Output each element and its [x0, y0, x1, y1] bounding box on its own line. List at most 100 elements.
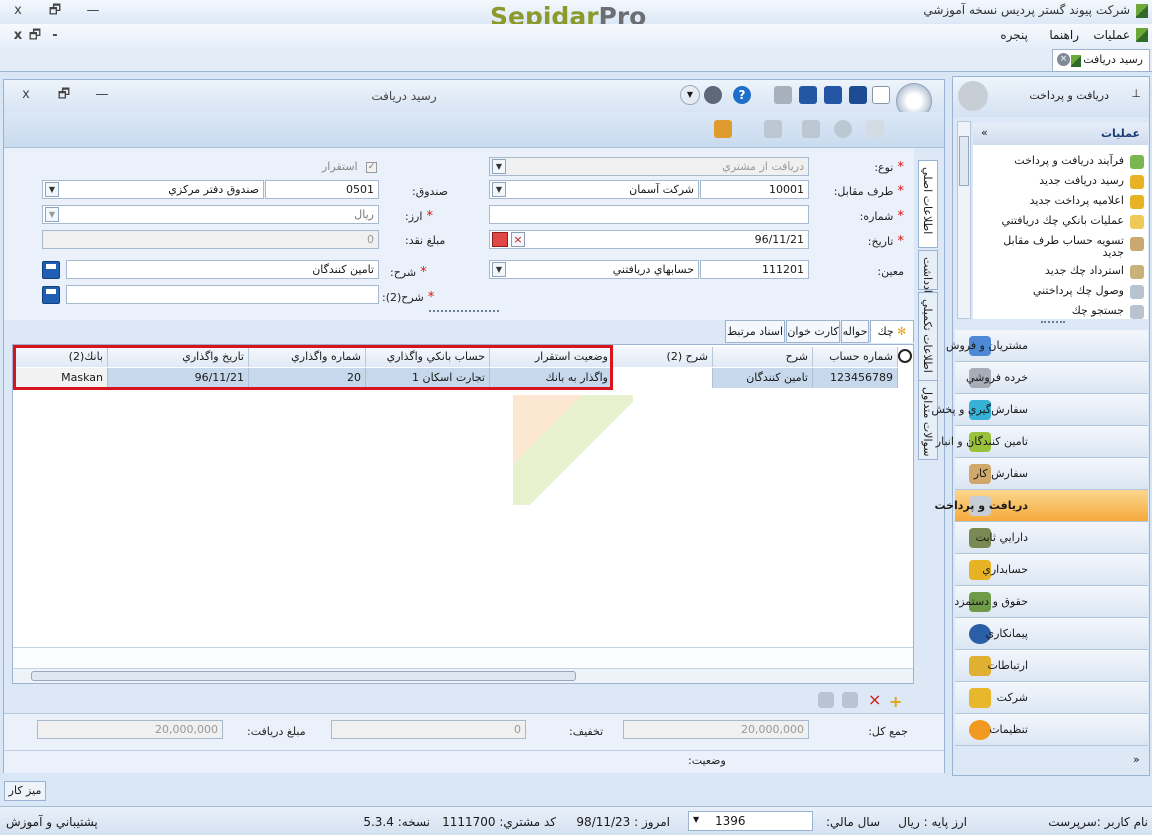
back-icon[interactable] [764, 120, 782, 138]
moein-dropdown-icon[interactable]: ▼ [492, 262, 506, 277]
nav-payroll[interactable]: حقوق و دستمزد [954, 586, 1148, 618]
window-close-button[interactable]: x [16, 86, 36, 104]
support-link[interactable]: پشتيباني و آموزش [6, 815, 98, 829]
doc-tab-receipt[interactable]: رسيد دريافت × [1052, 49, 1150, 71]
sidebar-splitter[interactable] [1041, 321, 1065, 325]
window-minimize-button[interactable]: — [92, 86, 112, 104]
currency-select[interactable]: ريال [42, 205, 379, 224]
nav-contracting[interactable]: پيمانکاري [955, 618, 1148, 650]
cell-desc2[interactable] [613, 368, 713, 388]
fund-name-input[interactable]: صندوق دفتر مرکزي [42, 180, 264, 199]
tab-cheque[interactable]: چك ✻ [870, 320, 914, 343]
fiscal-year-select[interactable]: 1396 ▼ [688, 811, 813, 831]
date-input[interactable]: 96/11/21 [489, 230, 809, 249]
scrollbar-thumb[interactable] [31, 671, 576, 681]
nav-communications[interactable]: ارتباطات [955, 650, 1148, 682]
action-settle-counterparty-cont[interactable]: جديد [1103, 246, 1124, 259]
desc-input[interactable]: تامين کنندگان [66, 260, 379, 279]
fiscal-year-dropdown-icon[interactable]: ▼ [693, 815, 699, 824]
minimize-document-button[interactable]: - [45, 27, 65, 45]
minimize-app-button[interactable]: — [83, 2, 103, 20]
action-collect-cheque[interactable]: وصول چك پرداختني [1033, 284, 1124, 297]
nav-retail[interactable]: خرده فروشي [955, 362, 1148, 394]
desc2-input[interactable] [66, 285, 379, 304]
type-dropdown-icon[interactable]: ▼ [492, 159, 506, 174]
type-select[interactable]: دريافت از مشتري [489, 157, 809, 176]
side-tab-faq[interactable]: سوالات متداول [918, 380, 938, 460]
save-new-icon[interactable] [824, 86, 842, 104]
counterparty-code-input[interactable]: 10001 [700, 180, 809, 199]
nav-customers-sales[interactable]: مشتريان و فروش [946, 330, 1148, 362]
counterparty-dropdown-icon[interactable]: ▼ [492, 182, 506, 197]
menu-window[interactable]: پنجره [1000, 28, 1028, 42]
restore-app-button[interactable]: 🗗 [45, 2, 65, 20]
save-desc-icon[interactable] [42, 261, 60, 279]
action-search-cheque[interactable]: جستجو چك [1072, 304, 1124, 317]
cell-desc[interactable]: تامين کنندگان [713, 368, 813, 388]
cell-account-number[interactable]: 123456789 [813, 368, 898, 388]
help-icon[interactable]: ? [733, 86, 751, 104]
delete-row-icon[interactable]: × [868, 690, 881, 709]
cancel-icon[interactable] [834, 120, 852, 138]
action-cheque-banking[interactable]: عمليات بانکي چك دريافتني [1001, 214, 1124, 227]
print-icon[interactable] [774, 86, 792, 104]
move-down-icon[interactable] [818, 692, 834, 708]
menu-operations[interactable]: عمليات [1093, 28, 1130, 42]
nav-fixed-assets[interactable]: دارايي ثابت [955, 522, 1148, 554]
fund-code-input[interactable]: 0501 [265, 180, 379, 199]
action-process[interactable]: فرآيند دريافت و پرداخت [1014, 154, 1124, 167]
column-header-desc2[interactable]: شرح (2) [613, 347, 713, 367]
ship-icon[interactable] [714, 120, 732, 138]
new-document-icon[interactable] [872, 86, 890, 104]
column-header-account-number[interactable]: شماره حساب [813, 347, 898, 367]
side-tab-notes[interactable]: يادداشت [918, 250, 938, 296]
desk-tab[interactable]: ميز کار [4, 781, 46, 801]
horizontal-scrollbar[interactable] [13, 668, 913, 683]
toolbar-dropdown-icon[interactable]: ▼ [680, 85, 700, 105]
save-desc2-icon[interactable] [42, 286, 60, 304]
calendar-icon[interactable] [492, 232, 508, 247]
tab-transfer[interactable]: حواله [841, 320, 869, 343]
search-icon[interactable] [898, 349, 912, 363]
move-up-icon[interactable] [842, 692, 858, 708]
action-cheque-return[interactable]: استرداد چك جديد [1045, 264, 1124, 277]
nav-order-distribution[interactable]: سفارش‌گيري و پخش [931, 394, 1148, 426]
moein-name-input[interactable]: حسابهاي دريافتني [489, 260, 699, 279]
collapse-icon[interactable]: « [981, 126, 988, 139]
splitter-handle[interactable] [429, 310, 499, 318]
save-icon[interactable] [849, 86, 867, 104]
action-new-payment[interactable]: اعلاميه پرداخت جديد [1030, 194, 1124, 207]
compass-icon[interactable] [704, 86, 722, 104]
side-tab-extra-info[interactable]: اطلاعات تکميلي [918, 292, 938, 382]
clear-date-icon[interactable]: × [511, 232, 525, 247]
save-close-icon[interactable] [799, 86, 817, 104]
column-header-desc[interactable]: شرح [713, 347, 813, 367]
nav-settings[interactable]: تنظيمات [955, 714, 1148, 746]
fund-dropdown-icon[interactable]: ▼ [45, 182, 59, 197]
nav-work-order[interactable]: سفارش کار [955, 458, 1148, 490]
moein-code-input[interactable]: 111201 [700, 260, 809, 279]
nav-receive-pay[interactable]: دريافت و پرداخت [934, 490, 1148, 522]
close-app-button[interactable]: x [8, 2, 28, 20]
doc-tab-close-icon[interactable]: × [1057, 53, 1070, 66]
nav-accounting[interactable]: حسابداري [955, 554, 1148, 586]
counterparty-name-input[interactable]: شرکت آسمان [489, 180, 699, 199]
tab-card-reader[interactable]: کارت خوان [786, 320, 840, 343]
nav-company[interactable]: شرکت [955, 682, 1148, 714]
window-restore-button[interactable]: 🗗 [54, 86, 74, 104]
pin-icon[interactable]: ⊥ [1131, 87, 1141, 100]
side-tab-main-info[interactable]: اطلاعات اصلي [918, 160, 938, 248]
copy-icon[interactable] [866, 120, 884, 138]
menu-help[interactable]: راهنما [1049, 28, 1079, 42]
nav-suppliers-inventory[interactable]: تامين کنندگان و انبار [936, 426, 1148, 458]
forward-icon[interactable] [802, 120, 820, 138]
add-row-icon[interactable]: + [889, 692, 902, 711]
actions-scrollbar[interactable] [957, 121, 971, 319]
restore-document-button[interactable]: 🗗 [25, 27, 45, 45]
currency-dropdown-icon[interactable]: ▼ [45, 207, 59, 222]
tab-related-docs[interactable]: اسناد مرتبط [725, 320, 785, 343]
sidebar-expand-icon[interactable]: » [1133, 753, 1140, 766]
cash-amount-input[interactable]: 0 [42, 230, 379, 249]
number-input[interactable] [489, 205, 809, 224]
action-new-receipt[interactable]: رسيد دريافت جديد [1039, 174, 1124, 187]
